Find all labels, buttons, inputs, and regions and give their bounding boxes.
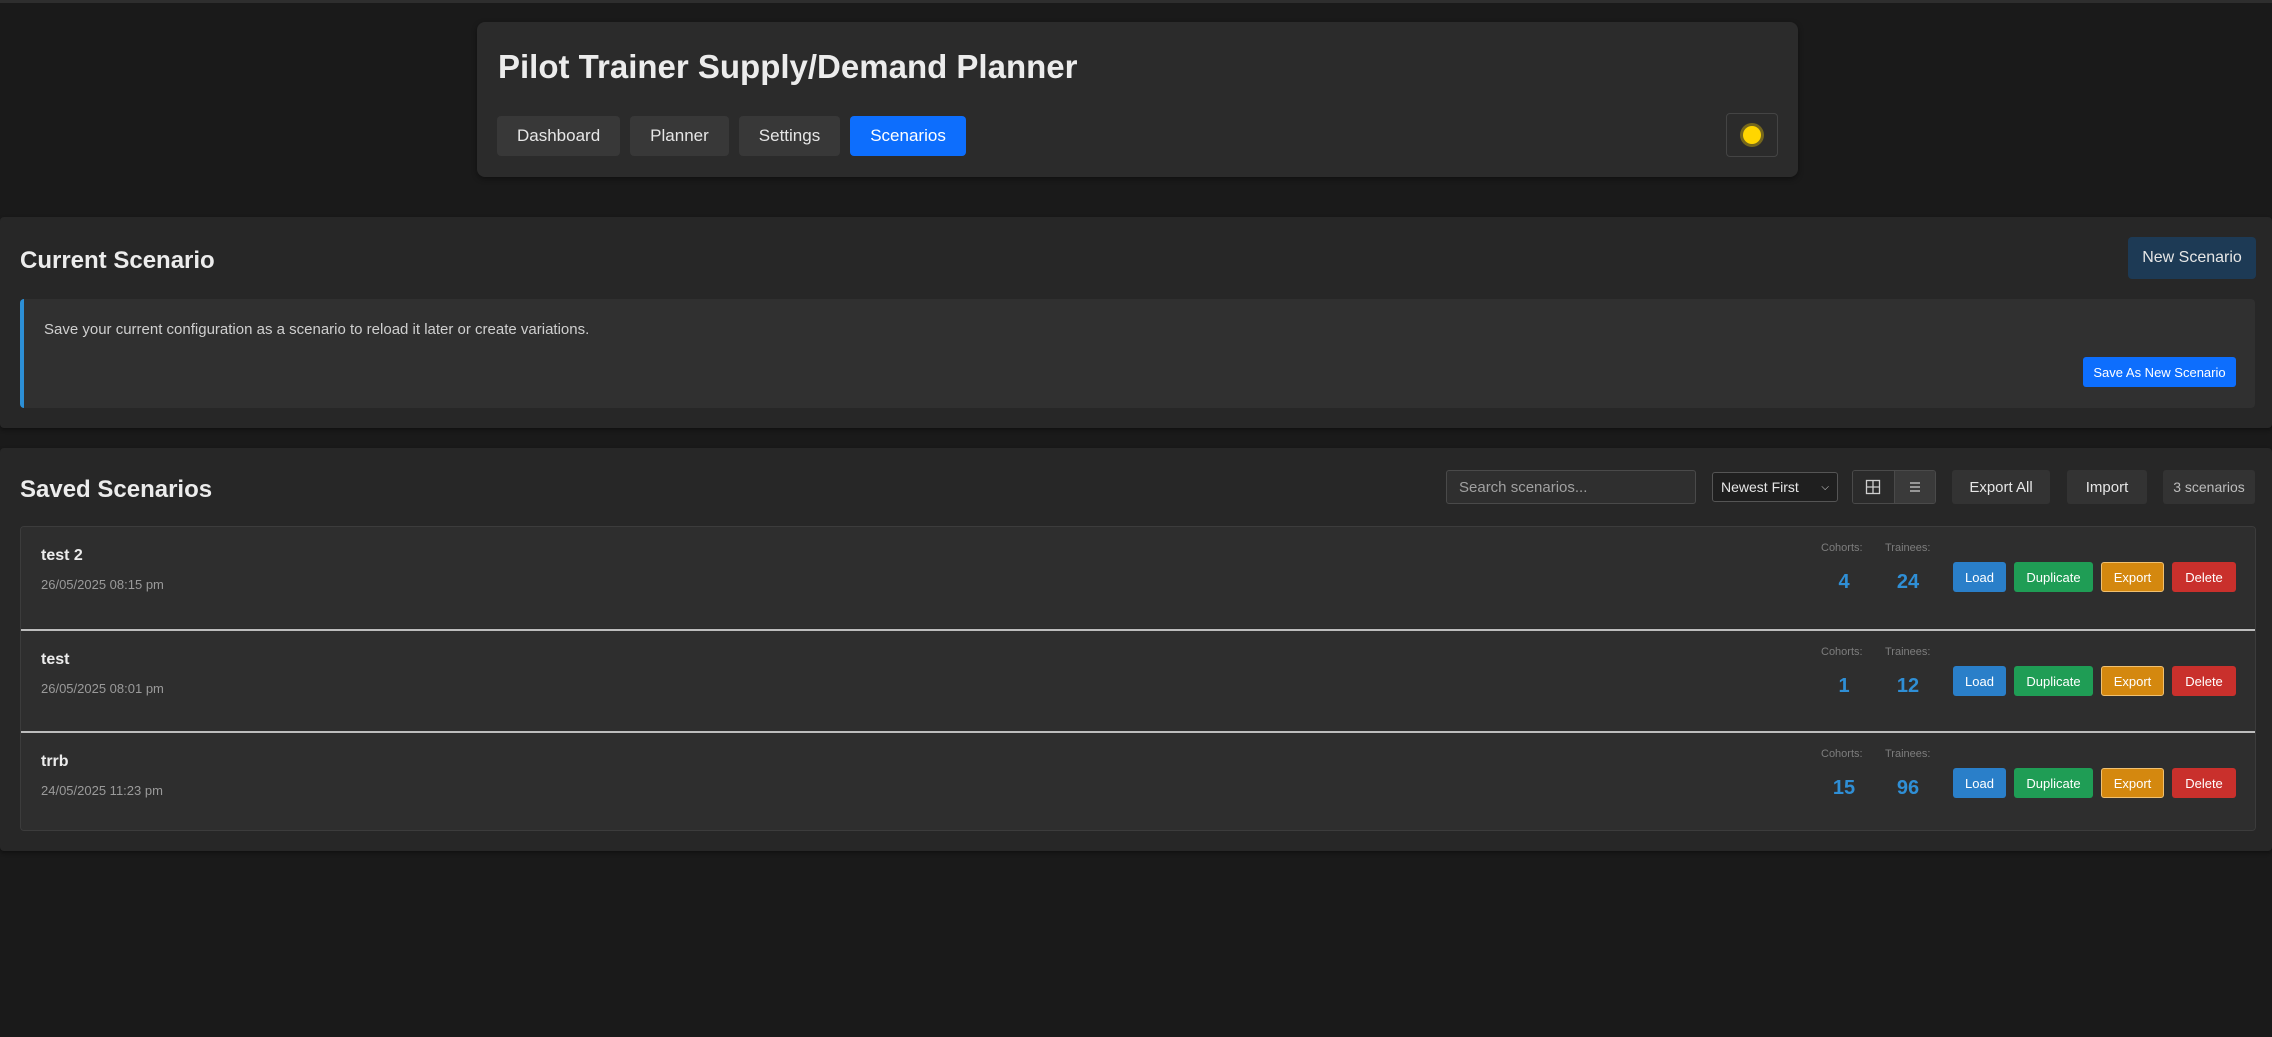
save-info-text: Save your current configuration as a sce… [44, 321, 590, 338]
theme-toggle-button[interactable] [1726, 113, 1778, 157]
save-info-box: Save your current configuration as a sce… [20, 299, 2255, 408]
load-button[interactable]: Load [1953, 768, 2006, 798]
cohorts-label: Cohorts: [1821, 646, 1863, 658]
import-button[interactable]: Import [2067, 470, 2147, 504]
trainees-value: 24 [1896, 571, 1920, 593]
duplicate-button[interactable]: Duplicate [2014, 666, 2093, 696]
cohorts-value: 15 [1832, 777, 1856, 799]
load-button[interactable]: Load [1953, 562, 2006, 592]
duplicate-button[interactable]: Duplicate [2014, 768, 2093, 798]
load-button[interactable]: Load [1953, 666, 2006, 696]
trainees-value: 12 [1896, 675, 1920, 697]
export-button[interactable]: Export [2101, 768, 2164, 798]
nav-planner[interactable]: Planner [630, 116, 729, 156]
sun-icon [1743, 126, 1761, 144]
list-view-icon[interactable] [1893, 471, 1935, 503]
trainees-label: Trainees: [1885, 542, 1931, 554]
saved-scenarios-title: Saved Scenarios [20, 476, 213, 503]
trainees-label: Trainees: [1885, 748, 1931, 760]
current-scenario-section: Current Scenario New Scenario Save your … [0, 217, 2272, 428]
scenario-date: 24/05/2025 11:23 pm [41, 783, 163, 798]
scenario-date: 26/05/2025 08:01 pm [41, 681, 164, 696]
scenario-row: test 2 26/05/2025 08:15 pm Cohorts: Trai… [21, 527, 2255, 628]
cohorts-label: Cohorts: [1821, 748, 1863, 760]
scenario-name: test [41, 651, 70, 668]
search-input[interactable] [1446, 470, 1696, 504]
chevron-down-icon: ⌵ [1821, 481, 1829, 493]
sort-select[interactable]: Newest First ⌵ [1712, 472, 1838, 502]
scenario-date: 26/05/2025 08:15 pm [41, 577, 164, 592]
app-title: Pilot Trainer Supply/Demand Planner [498, 48, 1078, 85]
scenario-name: trrb [41, 753, 69, 770]
main-nav: Dashboard Planner Settings Scenarios [497, 116, 966, 156]
trainees-label: Trainees: [1885, 646, 1931, 658]
scenario-count-badge: 3 scenarios [2163, 470, 2255, 504]
current-scenario-title: Current Scenario [20, 247, 215, 274]
delete-button[interactable]: Delete [2172, 768, 2236, 798]
top-divider [0, 0, 2272, 3]
scenario-row: trrb 24/05/2025 11:23 pm Cohorts: Traine… [21, 731, 2255, 830]
nav-scenarios[interactable]: Scenarios [850, 116, 966, 156]
cohorts-value: 1 [1838, 675, 1850, 697]
delete-button[interactable]: Delete [2172, 562, 2236, 592]
saved-scenarios-section: Saved Scenarios Newest First ⌵ Export Al… [0, 448, 2272, 851]
scenario-row: test 26/05/2025 08:01 pm Cohorts: Traine… [21, 629, 2255, 731]
cohorts-value: 4 [1838, 571, 1850, 593]
sort-select-value: Newest First [1721, 479, 1799, 495]
nav-dashboard[interactable]: Dashboard [497, 116, 621, 156]
export-button[interactable]: Export [2101, 562, 2164, 592]
duplicate-button[interactable]: Duplicate [2014, 562, 2093, 592]
scenario-list: test 2 26/05/2025 08:15 pm Cohorts: Trai… [20, 526, 2256, 831]
cohorts-label: Cohorts: [1821, 542, 1863, 554]
nav-settings[interactable]: Settings [738, 116, 841, 156]
export-button[interactable]: Export [2101, 666, 2164, 696]
delete-button[interactable]: Delete [2172, 666, 2236, 696]
scenario-name: test 2 [41, 547, 83, 564]
view-toggle [1852, 470, 1936, 504]
save-as-new-scenario-button[interactable]: Save As New Scenario [2083, 357, 2236, 387]
grid-view-icon[interactable] [1853, 471, 1894, 503]
new-scenario-button[interactable]: New Scenario [2128, 237, 2256, 279]
trainees-value: 96 [1896, 777, 1920, 799]
app-header: Pilot Trainer Supply/Demand Planner Dash… [477, 22, 1798, 177]
export-all-button[interactable]: Export All [1952, 470, 2050, 504]
